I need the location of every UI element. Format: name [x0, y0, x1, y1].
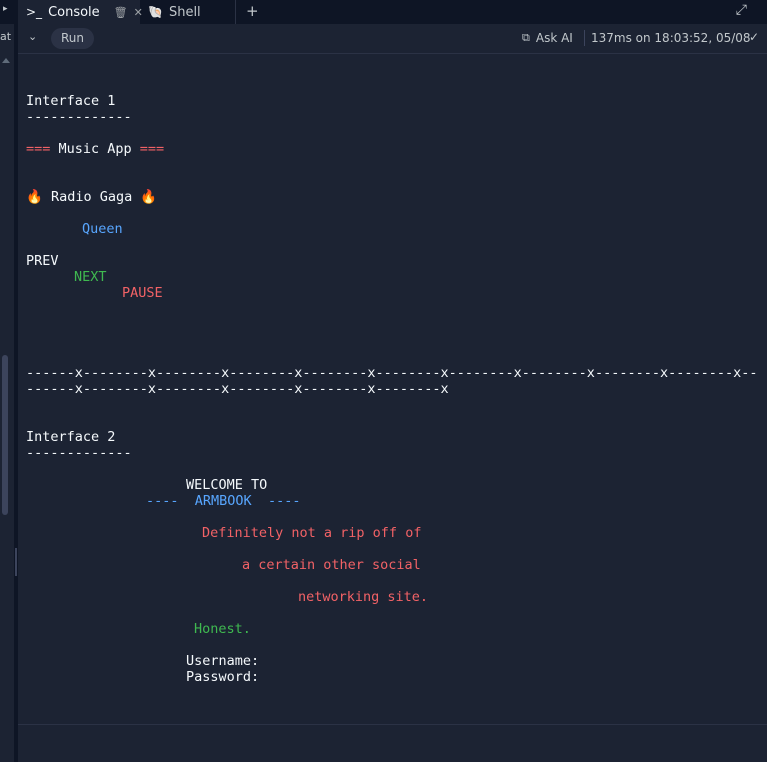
- scroll-up-arrow-icon[interactable]: [2, 58, 10, 63]
- brand-rule-left: ----: [146, 493, 179, 509]
- welcome-text: WELCOME TO: [186, 477, 268, 493]
- music-app-title: Music App: [50, 141, 140, 157]
- add-tab-icon[interactable]: +: [246, 2, 259, 20]
- terminal-icon: >_: [26, 5, 43, 19]
- left-gutter: ▸ at: [0, 0, 14, 762]
- tab-shell[interactable]: 🐚 Shell: [140, 0, 236, 24]
- interface-1-rule: -------------: [26, 109, 132, 125]
- pattern-line-2: ------x--------x--------x--------x------…: [26, 381, 449, 397]
- pane-resize-handle[interactable]: [15, 548, 17, 576]
- tab-shell-label: Shell: [168, 4, 201, 20]
- tab-bar: >_ Console 🗑 ✕ 🐚 Shell + ⤢: [18, 0, 767, 24]
- tagline-1: Definitely not a rip off of: [202, 525, 422, 541]
- left-gutter-header: ▸: [0, 0, 14, 24]
- ask-ai-button[interactable]: ⧉ Ask AI: [522, 31, 573, 45]
- brand-line: ---- ARMBOOK ----: [146, 493, 300, 509]
- next-control: NEXT: [74, 269, 107, 285]
- pause-control: PAUSE: [122, 285, 163, 301]
- trash-icon[interactable]: 🗑: [114, 6, 128, 19]
- song-title-line: 🔥 Radio Gaga 🔥: [26, 189, 157, 205]
- shell-icon: 🐚: [148, 5, 163, 19]
- console-bottom-border: [18, 724, 767, 725]
- expand-icon[interactable]: ⤢: [736, 2, 747, 18]
- song-title: Radio Gaga: [42, 189, 141, 205]
- replit-console-pane: ▸ at >_ Console 🗑 ✕ 🐚 Shell + ⤢ ⌄ Run ⧉ …: [0, 0, 767, 762]
- chat-icon: ⧉: [522, 31, 530, 44]
- left-scrollbar-thumb[interactable]: [2, 355, 8, 515]
- prev-control: PREV: [26, 253, 59, 269]
- left-pane-label: at: [0, 30, 12, 43]
- tagline-3: networking site.: [298, 589, 429, 605]
- brand-name: ARMBOOK: [194, 493, 252, 509]
- chevron-down-icon[interactable]: ⌄: [28, 30, 37, 43]
- run-timing: 137ms on 18:03:52, 05/08: [591, 31, 751, 45]
- interface-2-title: Interface 2: [26, 429, 116, 445]
- tab-console-label: Console: [48, 4, 100, 20]
- brand-rule-right: ----: [267, 493, 301, 509]
- chevron-right-icon[interactable]: ▸: [3, 4, 8, 14]
- music-app-header: === Music App ===: [26, 141, 164, 157]
- interface-2-rule: -------------: [26, 445, 132, 461]
- password-label: Password:: [186, 669, 260, 685]
- artist-name: Queen: [82, 221, 123, 237]
- check-icon: ✓: [748, 30, 759, 44]
- fire-icon: 🔥: [140, 189, 158, 205]
- toolbar-separator: [584, 30, 585, 46]
- console-toolbar: ⌄ Run ⧉ Ask AI 137ms on 18:03:52, 05/08 …: [18, 24, 767, 54]
- run-button[interactable]: Run: [51, 28, 95, 49]
- console-output[interactable]: Interface 1 ------------- === Music App …: [18, 54, 767, 724]
- honest-text: Honest.: [194, 621, 251, 637]
- username-label: Username:: [186, 653, 260, 669]
- header-marks-right: ===: [139, 141, 165, 157]
- header-marks-left: ===: [26, 141, 51, 157]
- tagline-2: a certain other social: [242, 557, 421, 573]
- pattern-line-1: ------x--------x--------x--------x------…: [26, 365, 758, 381]
- interface-1-title: Interface 1: [26, 93, 116, 109]
- ask-ai-label: Ask AI: [535, 31, 573, 45]
- tab-console[interactable]: >_ Console 🗑 ✕: [18, 0, 143, 24]
- fire-icon: 🔥: [26, 189, 43, 205]
